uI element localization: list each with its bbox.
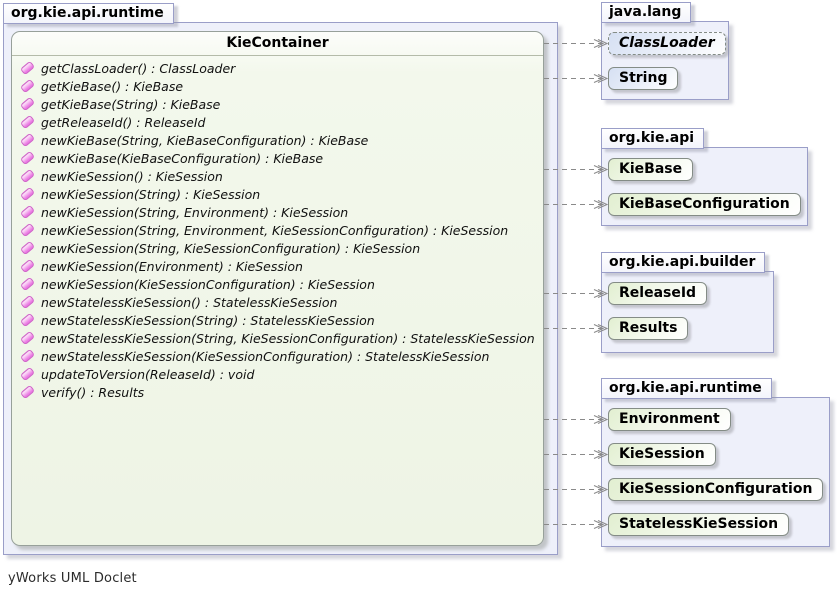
package-tab-main[interactable]: org.kie.api.runtime (3, 3, 174, 24)
uml-diagram: org.kie.api.runtime KieContainer getClas… (0, 0, 837, 598)
method-icon (20, 295, 35, 309)
package-body-org-kie-api-builder: ReleaseId Results (601, 271, 774, 353)
type-box-classloader[interactable]: ClassLoader (608, 32, 726, 55)
method-row[interactable]: getClassLoader() : ClassLoader (12, 59, 543, 77)
method-label: newKieSession(String, Environment, KieSe… (41, 223, 508, 238)
method-label: newKieSession(String, Environment) : Kie… (41, 205, 348, 220)
package-body-org-kie-api: KieBase KieBaseConfiguration (601, 147, 808, 226)
package-tab-java-lang[interactable]: java.lang (601, 2, 691, 23)
method-icon (20, 349, 35, 363)
method-icon (20, 187, 35, 201)
method-label: newKieBase(String, KieBaseConfiguration)… (41, 133, 368, 148)
package-tab-org-kie-api-builder[interactable]: org.kie.api.builder (601, 252, 765, 273)
class-box-kiecontainer[interactable]: KieContainer getClassLoader() : ClassLoa… (11, 31, 544, 546)
method-icon (20, 97, 35, 111)
method-label: getKieBase() : KieBase (41, 79, 183, 94)
class-title[interactable]: KieContainer (12, 32, 543, 56)
method-icon (20, 79, 35, 93)
method-label: getKieBase(String) : KieBase (41, 97, 220, 112)
method-row[interactable]: updateToVersion(ReleaseId) : void (12, 365, 543, 383)
method-row[interactable]: verify() : Results (12, 383, 543, 401)
package-body-org-kie-api-runtime: Environment KieSession KieSessionConfigura… (601, 397, 830, 547)
method-list: getClassLoader() : ClassLoader getKieBase… (12, 56, 543, 401)
method-label: verify() : Results (41, 385, 144, 400)
method-row[interactable]: newKieBase(String, KieBaseConfiguration)… (12, 131, 543, 149)
method-label: getReleaseId() : ReleaseId (41, 115, 205, 130)
package-body-java-lang: ClassLoader String (601, 21, 729, 100)
method-icon (20, 61, 35, 75)
method-label: getClassLoader() : ClassLoader (41, 61, 235, 76)
method-row[interactable]: newStatelessKieSession(KieSessionConfigu… (12, 347, 543, 365)
type-box-kiebase[interactable]: KieBase (608, 158, 693, 181)
method-icon (20, 259, 35, 273)
method-label: newStatelessKieSession(String) : Statele… (41, 313, 375, 328)
type-list-org-kie-api: KieBase KieBaseConfiguration (602, 148, 807, 228)
type-box-kiebaseconfiguration[interactable]: KieBaseConfiguration (608, 193, 801, 216)
type-box-statelesskiesession[interactable]: StatelessKieSession (608, 513, 789, 536)
yworks-doclet-credit[interactable]: yWorks UML Doclet (8, 571, 137, 586)
type-list-org-kie-api-builder: ReleaseId Results (602, 272, 773, 352)
method-icon (20, 169, 35, 183)
method-icon (20, 277, 35, 291)
method-label: updateToVersion(ReleaseId) : void (41, 367, 254, 382)
type-box-string[interactable]: String (608, 67, 678, 90)
method-label: newKieSession(KieSessionConfiguration) :… (41, 277, 375, 292)
method-row[interactable]: newKieSession(String) : KieSession (12, 185, 543, 203)
method-icon (20, 133, 35, 147)
method-row[interactable]: newStatelessKieSession() : StatelessKieS… (12, 293, 543, 311)
method-row[interactable]: getKieBase() : KieBase (12, 77, 543, 95)
method-row[interactable]: newKieSession(Environment) : KieSession (12, 257, 543, 275)
method-label: newKieBase(KieBaseConfiguration) : KieBa… (41, 151, 323, 166)
method-icon (20, 367, 35, 381)
method-label: newKieSession(String, KieSessionConfigur… (41, 241, 420, 256)
method-row[interactable]: newKieSession(String, KieSessionConfigur… (12, 239, 543, 257)
package-body-main: KieContainer getClassLoader() : ClassLoa… (3, 22, 558, 555)
type-box-kiesessionconfiguration[interactable]: KieSessionConfiguration (608, 478, 823, 501)
type-box-results[interactable]: Results (608, 317, 688, 340)
type-list-java-lang: ClassLoader String (602, 22, 728, 102)
method-icon (20, 151, 35, 165)
type-box-kiesession[interactable]: KieSession (608, 443, 716, 466)
method-icon (20, 385, 35, 399)
method-label: newStatelessKieSession(KieSessionConfigu… (41, 349, 489, 364)
method-row[interactable]: newStatelessKieSession(String) : Statele… (12, 311, 543, 329)
method-row[interactable]: getReleaseId() : ReleaseId (12, 113, 543, 131)
type-box-environment[interactable]: Environment (608, 408, 731, 431)
method-label: newKieSession(Environment) : KieSession (41, 259, 303, 274)
method-row[interactable]: newKieSession(KieSessionConfiguration) :… (12, 275, 543, 293)
method-row[interactable]: newStatelessKieSession(String, KieSessio… (12, 329, 543, 347)
type-box-releaseid[interactable]: ReleaseId (608, 282, 707, 305)
method-row[interactable]: newKieSession() : KieSession (12, 167, 543, 185)
method-icon (20, 205, 35, 219)
package-tab-org-kie-api[interactable]: org.kie.api (601, 128, 704, 149)
method-icon (20, 115, 35, 129)
method-icon (20, 223, 35, 237)
method-label: newStatelessKieSession(String, KieSessio… (41, 331, 535, 346)
type-list-org-kie-api-runtime: Environment KieSession KieSessionConfigura… (602, 398, 829, 548)
method-row[interactable]: newKieSession(String, Environment) : Kie… (12, 203, 543, 221)
method-row[interactable]: newKieSession(String, Environment, KieSe… (12, 221, 543, 239)
method-label: newStatelessKieSession() : StatelessKieS… (41, 295, 337, 310)
method-icon (20, 331, 35, 345)
method-icon (20, 313, 35, 327)
method-row[interactable]: newKieBase(KieBaseConfiguration) : KieBa… (12, 149, 543, 167)
method-label: newKieSession(String) : KieSession (41, 187, 260, 202)
package-tab-org-kie-api-runtime[interactable]: org.kie.api.runtime (601, 378, 772, 399)
method-label: newKieSession() : KieSession (41, 169, 223, 184)
method-row[interactable]: getKieBase(String) : KieBase (12, 95, 543, 113)
method-icon (20, 241, 35, 255)
